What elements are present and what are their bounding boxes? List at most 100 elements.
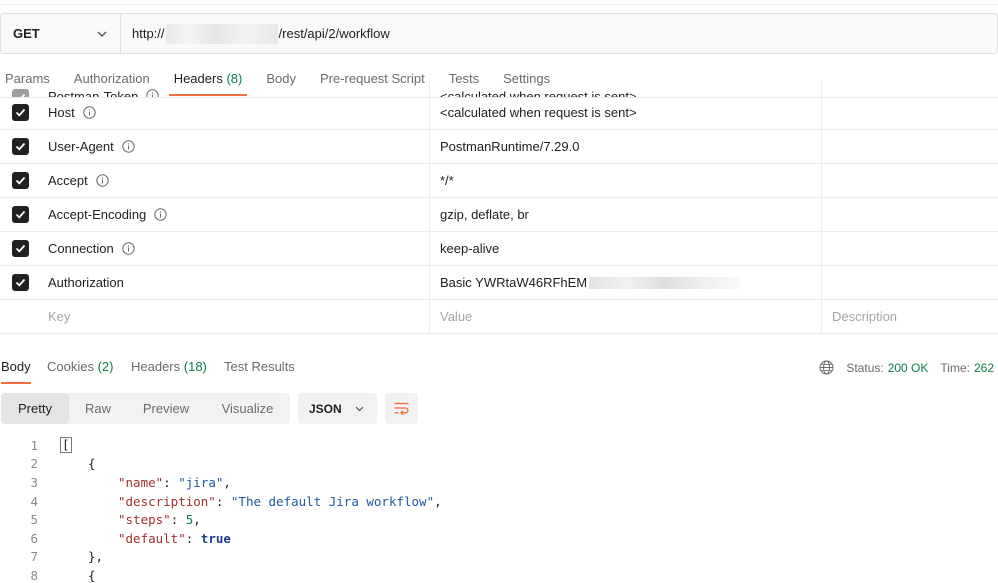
view-visualize[interactable]: Visualize (205, 393, 290, 424)
table-row: User-Agent PostmanRuntime/7.29.0 (0, 130, 998, 164)
check-icon (15, 278, 25, 287)
header-key[interactable]: Accept (48, 173, 88, 188)
checkbox[interactable] (11, 274, 29, 291)
status-value[interactable]: 200 OK (888, 361, 929, 375)
view-raw[interactable]: Raw (69, 393, 127, 424)
code-brace: { (88, 456, 96, 472)
info-icon[interactable] (96, 174, 109, 187)
code-line: 5 "steps": 5, (0, 510, 998, 529)
info-icon[interactable] (154, 208, 167, 221)
header-key[interactable]: Connection (48, 241, 114, 256)
header-value[interactable]: <calculated when request is sent> (440, 105, 637, 120)
table-row: Connection keep-alive (0, 232, 998, 266)
tab-response-headers[interactable]: Headers (18) (131, 359, 207, 384)
checkbox[interactable] (11, 206, 29, 223)
view-pretty[interactable]: Pretty (1, 393, 69, 424)
checkbox[interactable] (11, 240, 29, 257)
url-input[interactable]: http:// /rest/api/2/workflow (121, 14, 390, 53)
tab-response-test-results[interactable]: Test Results (224, 359, 295, 384)
code-brace: }, (88, 549, 104, 565)
new-key-input[interactable]: Key (48, 309, 70, 324)
header-key[interactable]: Host (48, 105, 75, 120)
header-value[interactable]: */* (440, 173, 454, 188)
check-icon (15, 176, 25, 185)
wrap-lines-button[interactable] (385, 393, 418, 424)
time-value[interactable]: 262 (974, 361, 994, 375)
tab-response-cookies-label: Cookies (47, 359, 94, 374)
code-line: 7 }, (0, 548, 998, 567)
table-row: Accept-Encoding gzip, deflate, br (0, 198, 998, 232)
json-string: "The default Jira workflow" (230, 493, 435, 509)
tab-response-body[interactable]: Body (1, 359, 31, 384)
info-icon[interactable] (122, 242, 135, 255)
line-number: 3 (30, 474, 38, 490)
check-icon (15, 142, 25, 151)
check-icon (15, 108, 25, 117)
info-icon[interactable] (83, 106, 96, 119)
header-value[interactable]: gzip, deflate, br (440, 207, 529, 222)
method-label: GET (13, 26, 40, 41)
new-description-input[interactable]: Description (832, 309, 897, 324)
tab-response-cookies[interactable]: Cookies (2) (47, 359, 113, 384)
header-description[interactable] (822, 232, 998, 265)
header-description[interactable] (822, 266, 998, 299)
json-key: "name" (118, 474, 164, 490)
chevron-down-icon (97, 31, 107, 37)
view-preview-label: Preview (142, 401, 190, 416)
checkbox[interactable] (11, 104, 29, 121)
view-mode-selector: Pretty Raw Preview Visualize (1, 393, 290, 424)
code-brace: { (88, 567, 96, 583)
line-number: 2 (30, 456, 38, 472)
check-icon (15, 210, 25, 219)
table-row: Accept */* (0, 164, 998, 198)
tab-response-test-results-label: Test Results (224, 359, 295, 374)
info-icon[interactable] (122, 140, 135, 153)
url-prefix: http:// (132, 26, 165, 41)
table-row: Host <calculated when request is sent> (0, 96, 998, 130)
header-key[interactable]: Accept-Encoding (48, 207, 146, 222)
json-key: "steps" (118, 512, 171, 528)
header-description[interactable] (822, 130, 998, 163)
new-value-input[interactable]: Value (440, 309, 472, 324)
code-bracket: [ (60, 437, 72, 454)
wrap-icon (394, 402, 409, 416)
tab-response-headers-label: Headers (131, 359, 181, 374)
code-line: 3 "name": "jira", (0, 473, 998, 492)
header-description[interactable] (822, 198, 998, 231)
tab-response-body-label: Body (1, 359, 31, 374)
header-description[interactable] (822, 96, 998, 129)
header-value[interactable]: keep-alive (440, 241, 499, 256)
response-tabs: Body Cookies (2) Headers (18) Test Resul… (0, 352, 998, 384)
globe-icon[interactable] (819, 360, 834, 375)
code-line: 2 { (0, 455, 998, 474)
format-select[interactable]: JSON (298, 393, 377, 424)
checkbox[interactable] (11, 138, 29, 155)
checkbox[interactable] (11, 172, 29, 189)
tab-response-headers-count: (18) (183, 359, 207, 374)
chevron-down-icon (355, 406, 364, 412)
line-number: 1 (30, 437, 38, 453)
code-line: 4 "description": "The default Jira workf… (0, 492, 998, 511)
code-line: 8 { (0, 566, 998, 583)
view-preview[interactable]: Preview (127, 393, 205, 424)
line-number: 6 (30, 530, 38, 546)
method-select[interactable]: GET (1, 14, 121, 53)
line-number: 8 (30, 567, 38, 583)
header-value[interactable]: PostmanRuntime/7.29.0 (440, 139, 579, 154)
response-status: Status: 200 OK Time: 262 (819, 360, 994, 375)
header-key[interactable]: User-Agent (48, 139, 114, 154)
json-key: "default" (118, 530, 186, 546)
header-value[interactable]: Basic YWRtaW46RFhEM (440, 275, 587, 290)
header-description[interactable] (822, 164, 998, 197)
view-visualize-label: Visualize (221, 401, 274, 416)
format-label: JSON (309, 401, 342, 416)
line-number: 7 (30, 549, 38, 565)
header-key[interactable]: Authorization (48, 275, 124, 290)
code-line: 6 "default": true (0, 529, 998, 548)
table-row-new: Key Value Description (0, 300, 998, 334)
response-body-viewer[interactable]: 1 [ 2 { 3 "name": "jira", 4 "description… (0, 436, 998, 583)
top-divider (0, 4, 998, 5)
json-string: "jira" (178, 474, 224, 490)
line-number: 4 (30, 493, 38, 509)
table-row: Authorization Basic YWRtaW46RFhEM (0, 266, 998, 300)
